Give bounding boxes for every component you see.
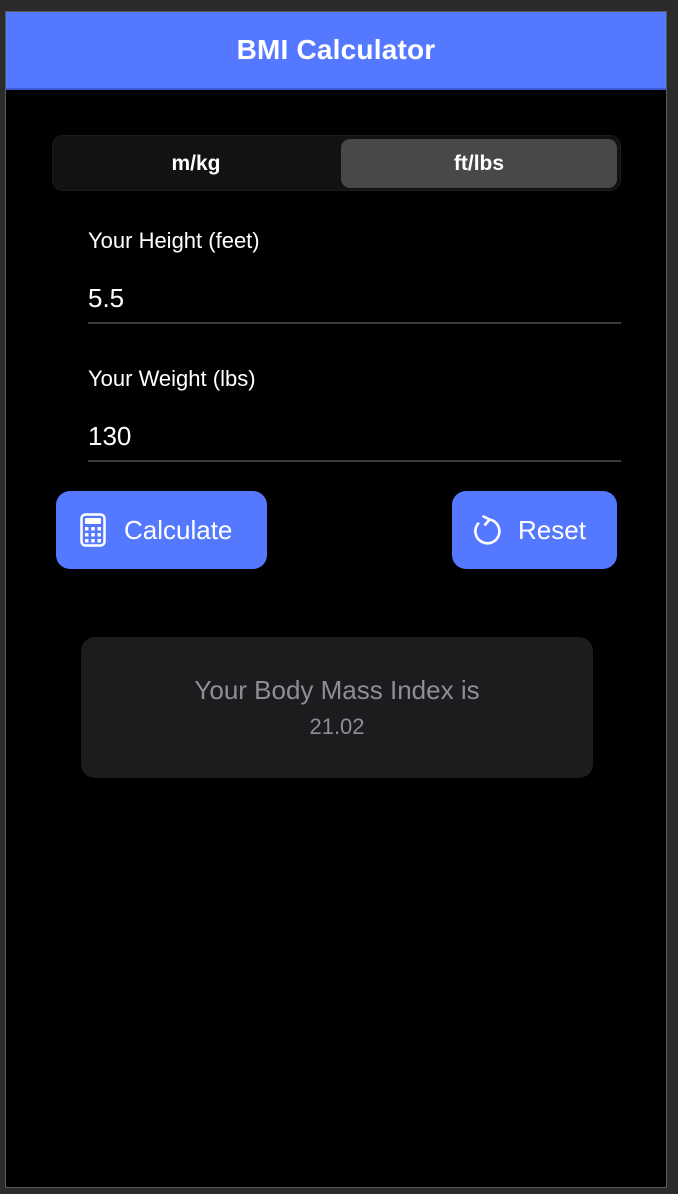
bmi-result-card: Your Body Mass Index is 21.02 xyxy=(81,637,593,778)
calculate-button[interactable]: Calculate xyxy=(56,491,267,569)
height-input[interactable] xyxy=(88,274,621,324)
bmi-result-label: Your Body Mass Index is xyxy=(194,675,480,705)
header-bar: BMI Calculator xyxy=(6,12,666,90)
refresh-icon xyxy=(472,513,502,547)
bmi-result-value: 21.02 xyxy=(309,714,365,739)
unit-option-imperial[interactable]: ft/lbs xyxy=(341,139,617,188)
height-label: Your Height (feet) xyxy=(88,228,260,253)
calculate-label: Calculate xyxy=(124,514,233,545)
reset-button[interactable]: Reset xyxy=(452,491,617,569)
weight-label: Your Weight (lbs) xyxy=(88,366,256,391)
app-window: BMI Calculator m/kg ft/lbs Your Height (… xyxy=(5,11,667,1188)
reset-label: Reset xyxy=(518,514,586,545)
weight-input[interactable] xyxy=(88,412,621,462)
unit-option-metric[interactable]: m/kg xyxy=(56,139,336,188)
unit-toggle: m/kg ft/lbs xyxy=(52,135,621,191)
calculator-icon xyxy=(78,513,108,547)
page-title: BMI Calculator xyxy=(236,34,436,65)
